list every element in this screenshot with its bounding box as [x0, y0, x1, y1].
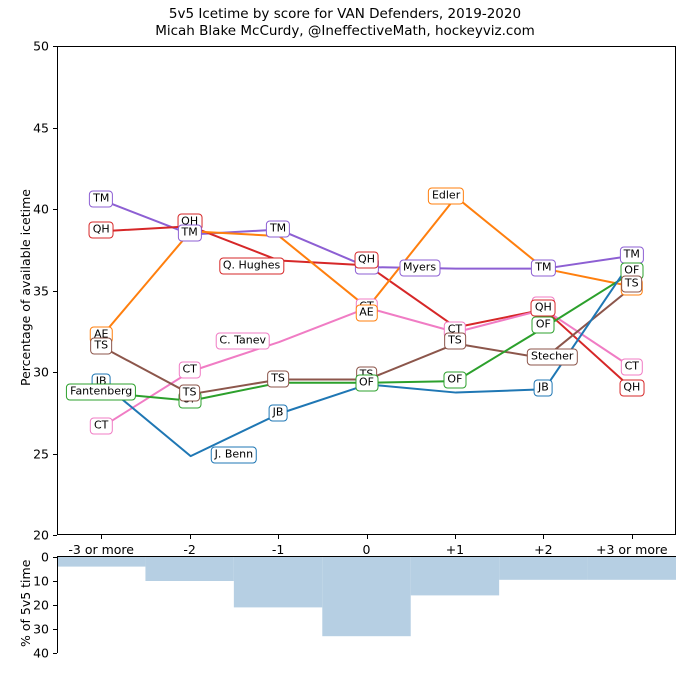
series-point-label: TM — [89, 190, 114, 208]
x-axis-tick-mark — [543, 535, 545, 539]
bottom-axis-spine — [57, 557, 59, 653]
x-axis-tick-mark — [101, 535, 103, 539]
series-point-label: Myers — [399, 259, 441, 277]
series-point-label: CT — [90, 417, 113, 435]
series-point-label: CT — [178, 361, 201, 379]
bottom-panel — [57, 557, 676, 653]
x-axis-tick-mark — [366, 535, 368, 539]
series-point-label: TS — [90, 337, 113, 355]
series-point-label: OF — [355, 374, 378, 392]
series-point-label: C. Tanev — [215, 332, 270, 350]
x-axis-tick-mark — [454, 535, 456, 539]
series-point-label: QH — [88, 221, 114, 239]
x-axis-tick-label: -3 or more — [68, 542, 134, 557]
series-point-label: AE — [355, 304, 378, 322]
title-line-2: Micah Blake McCurdy, @IneffectiveMath, h… — [155, 23, 535, 39]
series-point-label: OF — [443, 371, 467, 389]
x-axis-tick-mark — [278, 535, 280, 539]
y-axis-tick-label: 50 — [33, 38, 49, 54]
series-point-label: TM — [619, 246, 644, 264]
bottom-y-axis-title: % of 5v5 time — [18, 559, 33, 647]
time-share-bar — [322, 557, 411, 637]
series-point-label: Q. Hughes — [218, 257, 285, 275]
bottom-y-tick-label: 40 — [33, 645, 49, 661]
time-share-bar — [499, 557, 588, 580]
series-point-label: TS — [267, 370, 289, 388]
bottom-axis-top-spine — [57, 556, 676, 558]
y-axis-tick-mark — [53, 535, 57, 536]
series-point-label: OF — [531, 316, 555, 334]
series-point-label: JB — [533, 379, 553, 397]
x-axis-tick-label: +2 — [534, 542, 553, 557]
x-axis-tick-label: 0 — [362, 542, 371, 557]
y-axis-tick-mark — [53, 209, 57, 210]
series-point-label: TM — [531, 259, 556, 277]
series-point-label: CT — [620, 358, 643, 376]
series-point-label: Edler — [427, 187, 465, 205]
series-point-label: Fantenberg — [66, 383, 137, 401]
time-share-bar — [57, 557, 146, 567]
title-line-1: 5v5 Icetime by score for VAN Defenders, … — [168, 6, 522, 22]
x-axis-tick-label: +1 — [445, 542, 465, 557]
series-point-label: QH — [354, 251, 379, 269]
y-axis-tick-mark — [53, 46, 57, 47]
x-axis-tick-mark — [631, 535, 633, 539]
series-lines — [101, 195, 634, 458]
x-axis-tick-label: +3 or more — [596, 542, 668, 557]
series-point-label: TM — [265, 220, 291, 238]
series-point-label: QH — [530, 299, 556, 317]
time-distribution-bars — [57, 557, 676, 637]
series-point-label: TS — [620, 275, 643, 293]
time-share-bar — [410, 557, 500, 596]
chart-title: 5v5 Icetime by score for VAN Defenders, … — [0, 6, 690, 40]
series-point-label: QH — [619, 379, 645, 397]
x-axis-tick-mark — [189, 535, 191, 539]
y-axis-tick-mark — [53, 453, 57, 455]
y-axis-tick-mark — [53, 127, 57, 129]
x-axis-tick-label: -1 — [271, 542, 285, 557]
chart-root: 5v5 Icetime by score for VAN Defenders, … — [0, 0, 690, 682]
y-axis-tick-mark — [53, 372, 57, 373]
time-share-bar — [233, 557, 323, 608]
x-axis-tick-label: -2 — [183, 542, 196, 557]
series-point-label: Stecher — [527, 348, 578, 366]
series-point-label: J. Benn — [210, 446, 258, 464]
y-axis-tick-mark — [53, 290, 57, 292]
bottom-y-tick-mark — [53, 653, 57, 654]
time-share-bar — [587, 557, 676, 580]
y-axis-title: Percentage of available icetime — [18, 188, 33, 386]
series-point-label: TM — [177, 224, 202, 242]
time-share-bar — [145, 557, 234, 581]
y-axis-tick-label: 25 — [33, 446, 49, 461]
y-axis-tick-label: 20 — [33, 527, 49, 543]
series-point-label: TS — [178, 384, 201, 402]
series-point-label: TS — [444, 332, 466, 350]
main-plot-area — [57, 46, 676, 535]
series-point-label: JB — [268, 404, 288, 422]
y-axis-tick-label: 45 — [33, 120, 49, 135]
